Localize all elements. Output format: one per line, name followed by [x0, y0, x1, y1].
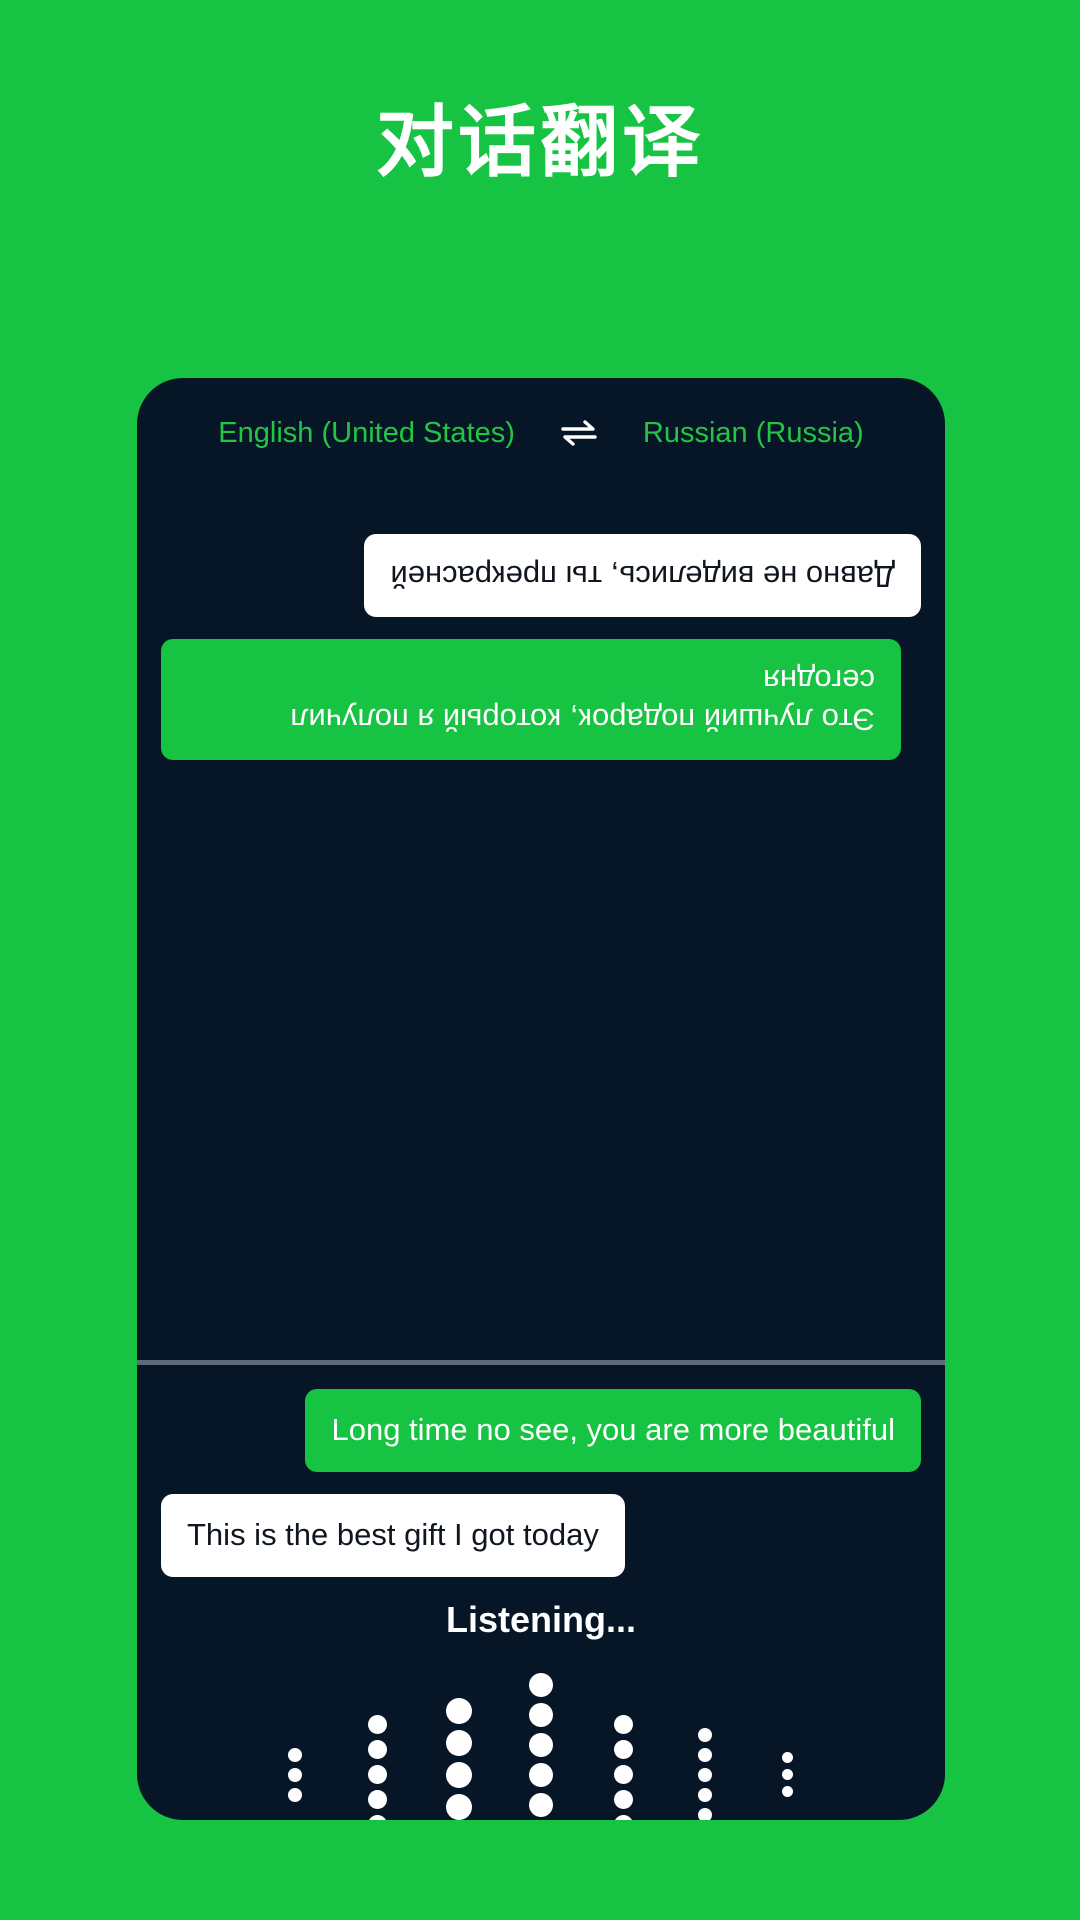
source-language-selector[interactable]: English (United States) — [218, 417, 515, 450]
message-row: Давно не виделись, ты прекрасней — [161, 534, 921, 617]
visualizer-dot — [529, 1792, 553, 1817]
visualizer-dot — [781, 1769, 793, 1780]
visualizer-dot — [613, 1815, 633, 1820]
listening-section: Listening... 00:17 — [161, 1598, 921, 1821]
visualizer-dot — [613, 1740, 633, 1759]
visualizer-dot — [613, 1715, 633, 1734]
visualizer-column — [500, 1670, 582, 1821]
visualizer-dot — [698, 1787, 712, 1802]
visualizer-dot — [613, 1765, 633, 1784]
visualizer-column — [418, 1695, 500, 1821]
language-bar: English (United States) Russian (Russia) — [137, 378, 945, 488]
visualizer-dot — [367, 1790, 387, 1809]
visualizer-column — [582, 1712, 664, 1820]
message-row: Это лучший подарок, который я получил се… — [161, 638, 921, 761]
visualizer-column — [664, 1725, 746, 1820]
visualizer-column — [336, 1712, 418, 1820]
visualizer-dot — [367, 1715, 387, 1734]
target-language-selector[interactable]: Russian (Russia) — [643, 417, 864, 450]
visualizer-dot — [529, 1672, 553, 1697]
message-bubble-foreign-1[interactable]: Это лучший подарок, который я получил се… — [161, 638, 901, 761]
visualizer-dot — [367, 1765, 387, 1784]
visualizer-column — [254, 1745, 336, 1805]
visualizer-dot — [781, 1752, 793, 1763]
message-row: Long time no see, you are more beautiful — [161, 1389, 921, 1472]
message-bubble-foreign-2[interactable]: Давно не виделись, ты прекрасней — [364, 534, 921, 617]
visualizer-dot — [698, 1727, 712, 1742]
conversation-card: English (United States) Russian (Russia)… — [137, 378, 945, 1820]
visualizer-dot — [529, 1762, 553, 1787]
visualizer-dot — [446, 1761, 472, 1788]
visualizer-dot — [613, 1790, 633, 1809]
page-title: 对话翻译 — [375, 98, 704, 186]
message-bubble-native-1[interactable]: Long time no see, you are more beautiful — [305, 1389, 921, 1472]
audio-visualizer — [161, 1672, 921, 1821]
swap-horizontal-icon[interactable] — [557, 418, 601, 448]
visualizer-dot — [698, 1747, 712, 1762]
visualizer-dot — [367, 1740, 387, 1759]
visualizer-dot — [446, 1729, 472, 1756]
message-row: This is the best gift I got today — [161, 1493, 921, 1577]
visualizer-dot — [698, 1807, 712, 1820]
visualizer-dot — [288, 1787, 302, 1802]
visualizer-dot — [529, 1702, 553, 1727]
listening-status-label: Listening... — [445, 1598, 636, 1640]
visualizer-dot — [781, 1786, 793, 1797]
visualizer-dot — [288, 1767, 302, 1782]
visualizer-dot — [529, 1732, 553, 1757]
message-bubble-native-2[interactable]: This is the best gift I got today — [161, 1493, 625, 1577]
foreign-party-panel: Это лучший подарок, который я получил се… — [137, 488, 945, 1360]
visualizer-dot — [446, 1697, 472, 1724]
visualizer-dot — [367, 1815, 387, 1820]
visualizer-dot — [446, 1793, 472, 1820]
visualizer-column — [746, 1749, 828, 1800]
visualizer-dot — [288, 1747, 302, 1762]
visualizer-dot — [698, 1767, 712, 1782]
native-party-panel: Long time no see, you are more beautiful… — [137, 1365, 945, 1820]
